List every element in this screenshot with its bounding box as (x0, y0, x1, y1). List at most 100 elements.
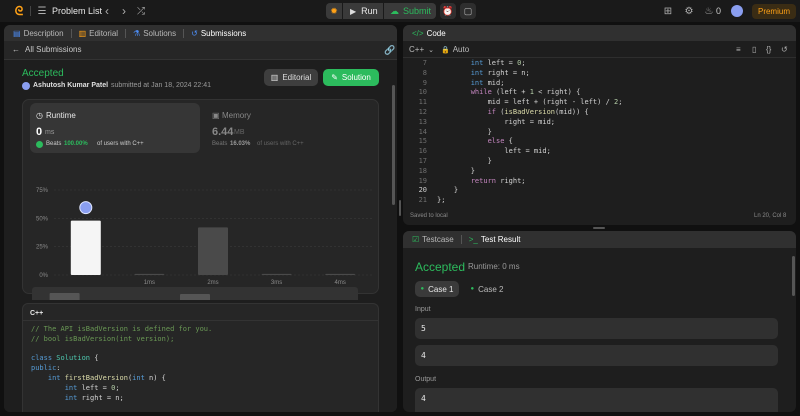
solution-button-label: Solution (341, 73, 371, 82)
clock-icon: ◷ (36, 111, 43, 120)
code-token: } (437, 166, 475, 175)
code-token: int (470, 78, 484, 87)
editorial-button[interactable]: ▥ Editorial (264, 69, 318, 86)
input-value-bad: 4 (421, 351, 426, 360)
case-2-tab[interactable]: ● Case 2 (465, 281, 509, 297)
solution-button[interactable]: ✎ Solution (323, 69, 379, 86)
code-line: if (isBadVersion(mid)) { (437, 108, 787, 118)
bug-icon: ✹ (330, 5, 338, 16)
run-button[interactable]: ▶ Run (343, 3, 383, 19)
code-token: // The API isBadVersion is defined for y… (31, 325, 213, 333)
memory-label[interactable]: Memory (222, 111, 251, 120)
bookmark-icon[interactable]: ▯ (752, 45, 756, 54)
code-token: while (470, 88, 492, 97)
saved-status: Saved to local (410, 213, 448, 219)
language-select[interactable]: C++ ⌄ (409, 45, 434, 54)
code-line: mid = left + (right - left) / 2; (437, 98, 787, 108)
case-1-label: Case 1 (428, 284, 454, 294)
history-icon: ↺ (191, 28, 198, 38)
share-link-icon[interactable]: 🔗 (384, 45, 395, 56)
chart-bar[interactable] (325, 273, 356, 275)
flask-icon: ⚗ (133, 28, 141, 38)
code-editor[interactable]: int left = 0; int right = n; int mid; wh… (437, 59, 787, 206)
premium-label: Premium (757, 7, 790, 16)
code-token: (left + (491, 88, 530, 97)
tab-testcase[interactable]: ☑ Testcase (409, 235, 457, 244)
line-number: 12 (418, 107, 427, 116)
code-line: class Solution { (31, 354, 371, 364)
gear-icon[interactable]: ⚙ (683, 5, 695, 17)
premium-button[interactable]: Premium (752, 4, 796, 19)
list-icon[interactable]: ☰ (36, 5, 48, 17)
braces-icon[interactable]: {} (766, 45, 771, 54)
line-number: 11 (418, 98, 427, 107)
scroll-content: Accepted Ashutosh Kumar Patel submitted … (4, 60, 397, 412)
tab-description[interactable]: ▤ Description (10, 29, 67, 38)
code-token: }; (437, 196, 446, 205)
chart-bar[interactable] (261, 273, 292, 275)
chart-bar[interactable] (134, 273, 165, 275)
chevron-right-icon[interactable]: › (118, 4, 130, 18)
leetcode-logo-icon[interactable]: ᘓ (12, 4, 26, 18)
memory-beats-pct: 16.03% (230, 141, 251, 147)
auto-toggle[interactable]: 🔒 Auto (441, 45, 469, 54)
memory-value: 6.44 (212, 126, 234, 138)
tab-submissions[interactable]: ↺ Submissions (188, 29, 249, 38)
debug-button[interactable]: ✹ (326, 3, 342, 19)
chart-bar[interactable] (198, 227, 228, 275)
vertical-splitter[interactable] (399, 200, 401, 216)
tab-submissions-label: Submissions (200, 28, 247, 38)
tab-solutions[interactable]: ⚗ Solutions (130, 29, 179, 38)
problem-list-link[interactable]: Problem List (52, 6, 102, 16)
tab-editorial[interactable]: ▥ Editorial (76, 29, 121, 38)
layout-grid-icon[interactable]: ⊞ (662, 5, 674, 17)
author-avatar (22, 82, 30, 90)
notes-button[interactable]: ▢ (460, 3, 476, 19)
left-scrollbar[interactable] (392, 85, 395, 205)
code-line: int mid; (437, 79, 787, 89)
tab-test-result[interactable]: >_ Test Result (466, 235, 524, 244)
fire-icon[interactable]: ♨ (703, 5, 715, 17)
author-name[interactable]: Ashutosh Kumar Patel (33, 82, 108, 89)
case-1-tab[interactable]: ● Case 1 (415, 281, 459, 297)
shuffle-icon[interactable]: ⤮ (135, 5, 147, 17)
x-tick-label: 1ms (144, 280, 155, 286)
y-tick-label: 75% (36, 188, 49, 194)
tab-code[interactable]: </> Code (409, 29, 449, 38)
code-token: left = (483, 59, 518, 67)
output-value-box (415, 388, 778, 412)
submit-button[interactable]: ☁ Submit (384, 3, 436, 19)
code-token: ; (618, 98, 623, 107)
line-number: 15 (418, 137, 427, 146)
note-icon: ▢ (463, 5, 473, 16)
runtime-beats-suffix: of users with C++ (97, 141, 144, 147)
horizontal-splitter[interactable] (593, 227, 605, 229)
reset-icon[interactable]: ↺ (781, 45, 788, 54)
avatar[interactable] (731, 5, 743, 17)
code-token: int (132, 373, 145, 382)
code-token: left = (77, 383, 112, 392)
code-line: right = mid; (437, 118, 787, 128)
code-line: } (437, 186, 787, 196)
code-line: // The API isBadVersion is defined for y… (31, 325, 371, 335)
result-scrollbar[interactable] (792, 256, 795, 296)
code-token: mid; (483, 78, 505, 87)
code-token: int (64, 383, 78, 392)
code-token: int (64, 393, 78, 402)
top-bar: ᘓ ☰ Problem List ‹ › ⤮ ✹ ▶ Run ☁ Submit … (0, 0, 800, 22)
timer-button[interactable]: ⏰ (440, 3, 456, 19)
result-panel: ☑ Testcase >_ Test Result Accepted Runtime… (403, 231, 796, 412)
code-token: (mid)) { (555, 107, 589, 116)
back-to-submissions[interactable]: ← All Submissions (12, 45, 81, 54)
book-icon: ▥ (270, 73, 279, 82)
code-token: { (90, 354, 99, 363)
code-token: int (47, 373, 65, 382)
code-token: < right) { (533, 88, 581, 97)
chart-bar[interactable] (70, 220, 101, 275)
format-icon[interactable]: ≡ (736, 45, 741, 54)
auto-label: Auto (452, 45, 470, 54)
chevron-left-icon[interactable]: ‹ (101, 4, 113, 18)
